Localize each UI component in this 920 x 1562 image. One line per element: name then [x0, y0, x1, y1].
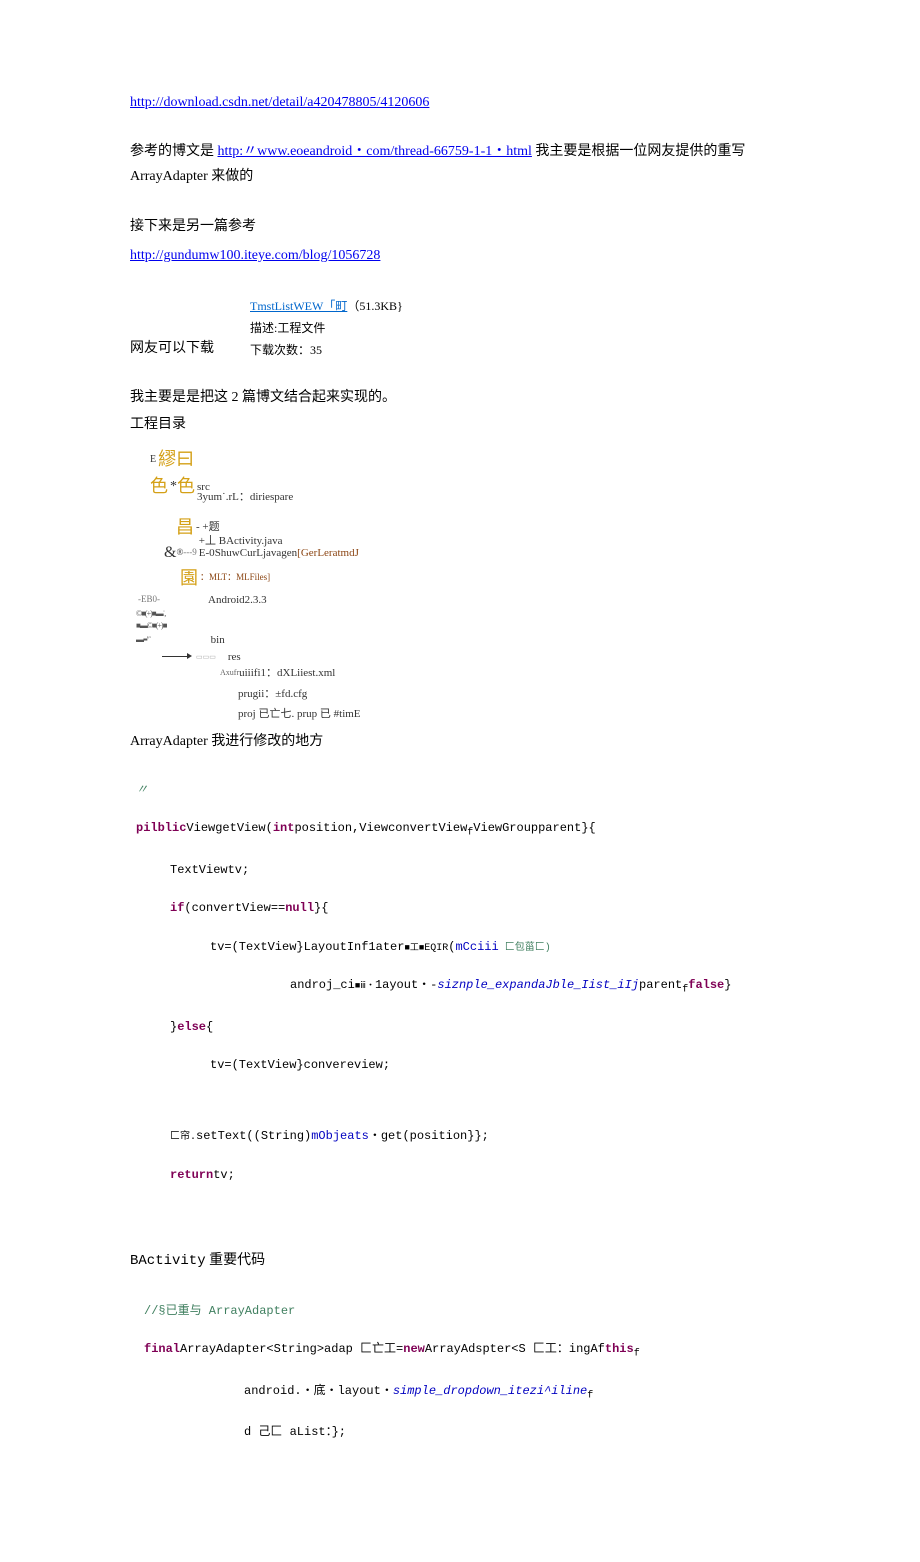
attachment-link[interactable]: TmstListWEW「町: [250, 299, 347, 313]
attachment-count-label: 下载次数：: [250, 343, 310, 357]
tree-gen-suffix: [GerLeratmdJ: [297, 547, 359, 559]
tree-squares: ■▬©■(+)■: [136, 620, 790, 632]
tree-res-label: res: [228, 649, 241, 666]
attachment-size-prefix: （: [347, 299, 359, 313]
tree-src-sub: 3yum˙.rL：diriespare: [197, 489, 293, 506]
tree-proguard-label: prugii：±fd.cfg: [238, 686, 307, 703]
dir-label: 工程目录: [130, 417, 186, 432]
tree-glyph: &: [164, 541, 176, 565]
attachment-desc-label: 描述:: [250, 321, 277, 335]
attachment-size: 51.3KB}: [359, 299, 402, 313]
project-tree: E 繆曰 色 * 色 src 3yum˙.rL：diriespare 昌 - +…: [150, 446, 790, 723]
tree-glyph: 繆曰: [158, 446, 194, 473]
tree-files-label: ：MLT：MLFiles]: [200, 571, 270, 585]
code-header-1: ArrayAdapter 我进行修改的地方: [130, 734, 323, 749]
code-header-2-mono: BActivity: [130, 1253, 206, 1269]
tree-glyph: 園: [180, 565, 198, 592]
tree-glyph: 色: [150, 473, 168, 500]
tree-glyph: E: [150, 452, 156, 467]
tree-glyph: *: [170, 476, 177, 497]
ref-text-prefix: 参考的博文是: [130, 144, 218, 159]
code-block-1: 〃 pilblicViewgetView(intposition,Viewcon…: [130, 762, 790, 1205]
tree-glyph: ®: [176, 546, 183, 560]
download-note: 网友可以下载: [130, 341, 214, 356]
download-link-1[interactable]: http://download.csdn.net/detail/a4204788…: [130, 95, 429, 110]
tree-glyph: ---9: [183, 546, 197, 560]
code-header-2-suffix: 重要代码: [206, 1253, 266, 1268]
tree-manifest-label: uiiifi1：dXLiiest.xml: [239, 665, 335, 682]
tree-bactivity-label: +丄 BActivity.java: [199, 533, 283, 550]
tree-glyph: 色: [177, 473, 195, 500]
ref-link-2[interactable]: http://gundumw100.iteye.com/blog/1056728: [130, 248, 380, 263]
tree-glyph: Axufr: [220, 667, 239, 679]
tree-android-label: Android2.3.3: [208, 592, 267, 609]
tree-bin-label: bin: [211, 632, 225, 649]
tree-glyph: 昌: [176, 514, 194, 541]
next-ref-intro: 接下来是另一篇参考: [130, 219, 256, 234]
ref-link-1[interactable]: http:〃www.eoeandroid・com/thread-66759-1-…: [218, 144, 532, 159]
code-block-2: //§已重与 ArrayAdapter finalArrayAdapter<St…: [144, 1282, 790, 1461]
combine-note: 我主要是是把这 2 篇博文结合起来实现的。: [130, 390, 396, 405]
attachment-count-value: 35: [310, 343, 322, 357]
attachment-desc-value: 工程文件: [277, 321, 325, 335]
tree-squares: ©■(+)■▬˙,: [136, 608, 790, 620]
tree-glyph: -EB0-: [138, 593, 160, 607]
tree-squares: ▬▪▪″˙: [136, 634, 151, 646]
arrow-icon: [162, 656, 190, 657]
tree-project-label: proj 已亡七. prup 已 #timE: [238, 706, 361, 723]
